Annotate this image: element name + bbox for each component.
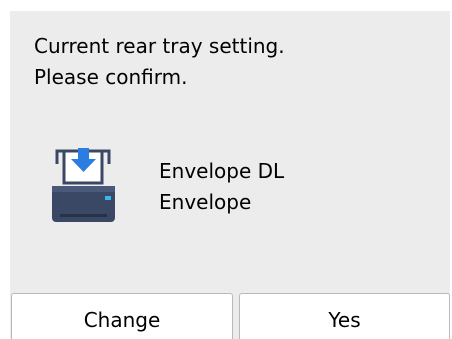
paper-type-label: Envelope <box>159 190 252 214</box>
message-line-1: Current rear tray setting. <box>34 34 285 58</box>
printer-panel-screen: Current rear tray setting. Please confir… <box>10 11 450 339</box>
paper-setting-info: Envelope DL Envelope <box>159 156 284 218</box>
yes-button[interactable]: Yes <box>239 293 450 339</box>
message-line-2: Please confirm. <box>34 65 188 89</box>
printer-rear-tray-icon <box>52 148 115 222</box>
confirm-message: Current rear tray setting. Please confir… <box>34 31 285 93</box>
button-bar: Change Yes <box>10 293 450 339</box>
change-button[interactable]: Change <box>11 293 233 339</box>
paper-size-label: Envelope DL <box>159 159 285 183</box>
